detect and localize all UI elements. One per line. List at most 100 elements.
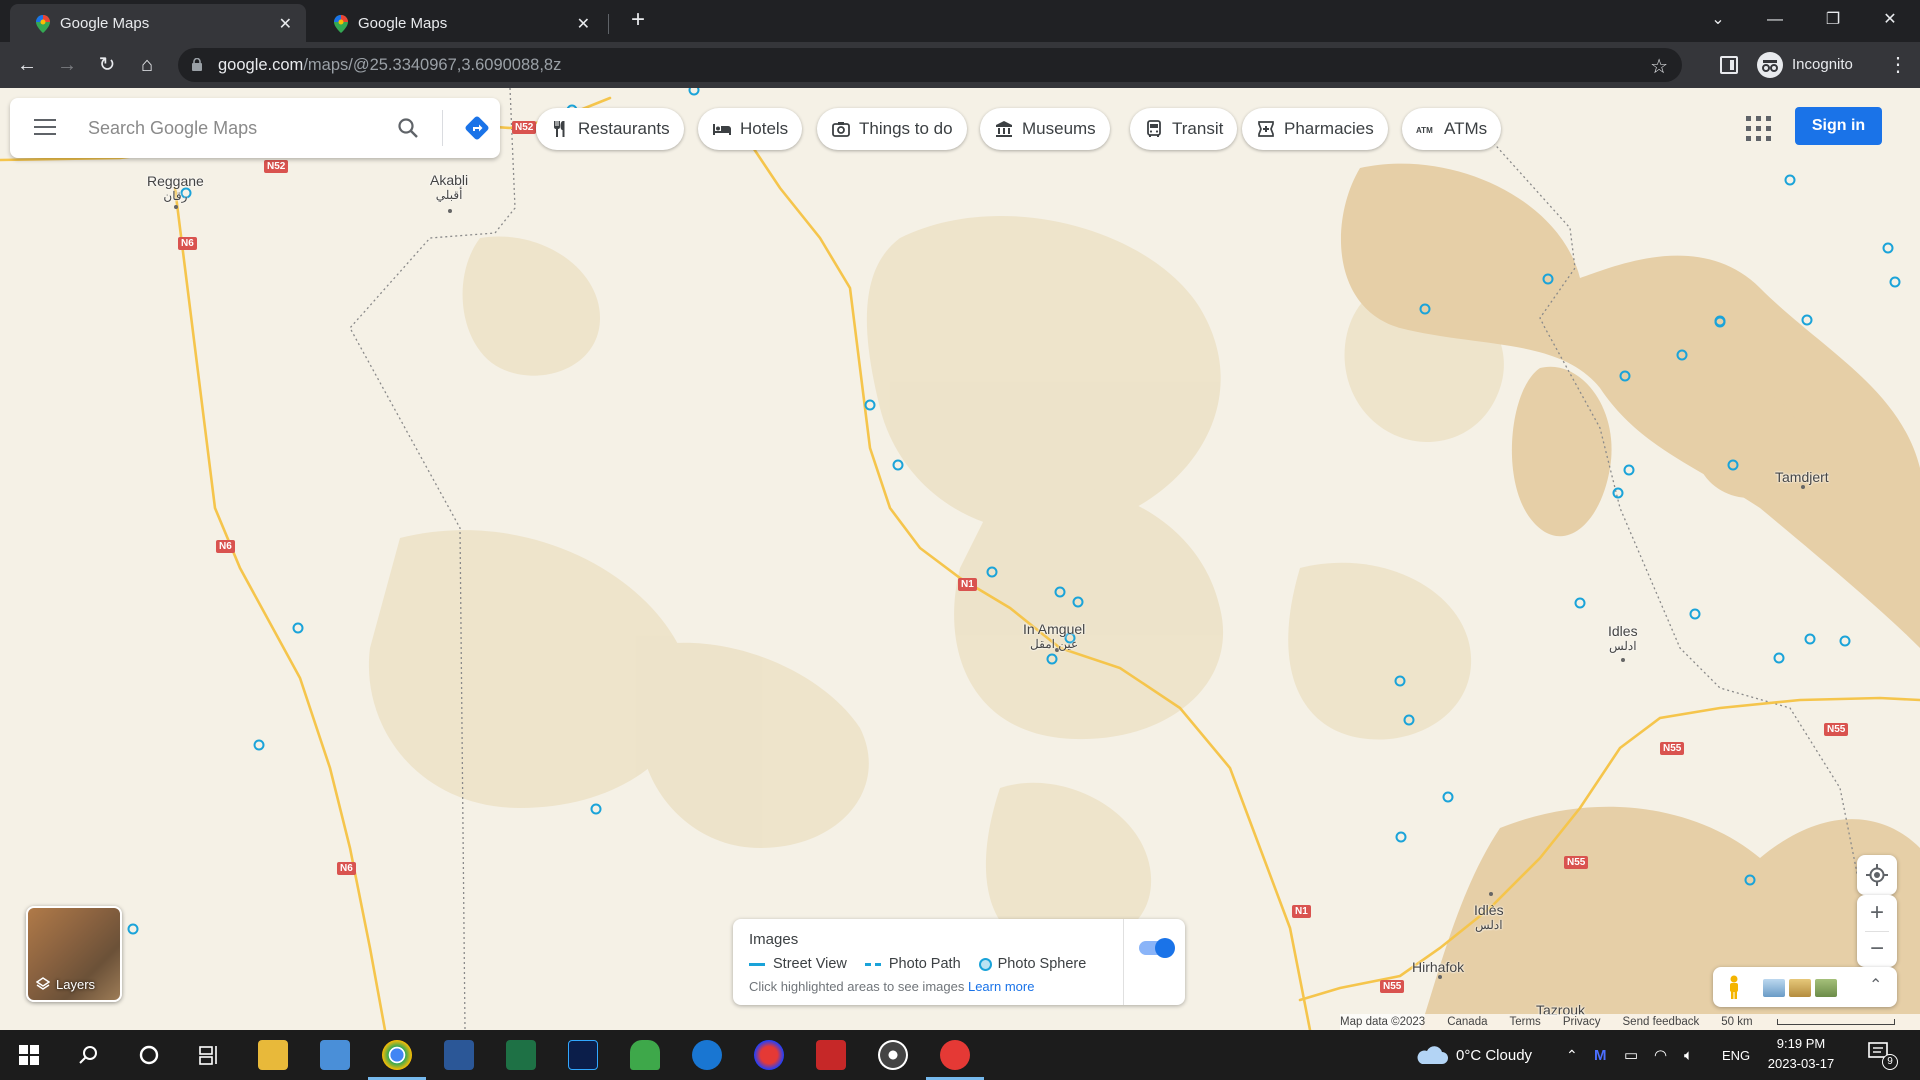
cloud-weather-icon[interactable] xyxy=(1414,1046,1448,1066)
place-label-idles[interactable]: Idles ادلس xyxy=(1608,623,1638,653)
tab-search-chevron-icon[interactable]: ⌄ xyxy=(1698,6,1738,34)
flash-app-icon[interactable] xyxy=(940,1040,970,1070)
android-app-icon[interactable] xyxy=(630,1040,660,1070)
search-icon[interactable] xyxy=(78,1044,100,1066)
task-view-icon[interactable] xyxy=(198,1044,220,1066)
chip-atms[interactable]: ATM ATMs xyxy=(1402,108,1502,150)
new-tab-button[interactable]: + xyxy=(624,6,652,34)
place-label-tamdjert[interactable]: Tamdjert xyxy=(1775,469,1829,485)
chip-restaurants[interactable]: Restaurants xyxy=(536,108,684,150)
mu-app-icon[interactable] xyxy=(692,1040,722,1070)
photoshop-icon[interactable] xyxy=(568,1040,598,1070)
volume-icon[interactable]: 🔈︎ xyxy=(1684,1030,1693,1080)
scale-label[interactable]: 50 km xyxy=(1721,1016,1916,1028)
sign-in-button[interactable]: Sign in xyxy=(1795,107,1882,145)
reload-button[interactable]: ↻ xyxy=(93,51,121,79)
zoom-out-button[interactable]: − xyxy=(1857,931,1897,967)
place-label-in-amguel[interactable]: In Amguel عين امقل xyxy=(1023,621,1085,651)
forward-button[interactable]: → xyxy=(53,51,81,79)
map-canvas[interactable]: Reggane رقان Akabli أقبلي In Amguel عين امق… xyxy=(0,88,1920,1030)
scale-bar xyxy=(1776,1019,1895,1025)
control-panel-icon[interactable] xyxy=(320,1040,350,1070)
address-bar[interactable]: google.com/maps/@25.3340967,3.6090088,8z… xyxy=(178,48,1682,82)
road-shield-n55: N55 xyxy=(1824,723,1849,736)
street-view-label: Street View xyxy=(773,956,847,972)
photo-path-label: Photo Path xyxy=(888,956,961,972)
tray-app-icon[interactable]: M xyxy=(1594,1030,1607,1080)
road-shield-n55: N55 xyxy=(1660,742,1685,755)
battery-icon[interactable]: ▭ xyxy=(1624,1030,1638,1080)
search-icon[interactable] xyxy=(396,116,420,140)
learn-more-link[interactable]: Learn more xyxy=(968,979,1034,994)
place-name: Idles xyxy=(1608,623,1638,639)
back-button[interactable]: ← xyxy=(13,51,41,79)
place-label-idles-2[interactable]: Idlès ادلس xyxy=(1474,902,1504,932)
file-explorer-icon[interactable] xyxy=(258,1040,288,1070)
notification-count: 9 xyxy=(1882,1054,1898,1070)
cortana-icon[interactable] xyxy=(138,1044,160,1066)
notification-center-icon[interactable]: 9 xyxy=(1868,1042,1898,1070)
chevron-up-icon[interactable]: ⌃ xyxy=(1869,975,1882,995)
region-link[interactable]: Canada xyxy=(1447,1016,1487,1028)
pegman-icon[interactable] xyxy=(1727,975,1741,999)
app-icon[interactable] xyxy=(754,1040,784,1070)
fork-knife-icon xyxy=(554,121,565,137)
map-attribution: Map data ©2023 Canada Terms Privacy Send… xyxy=(1340,1014,1920,1030)
media-player-icon[interactable] xyxy=(878,1040,908,1070)
chip-museums[interactable]: Museums xyxy=(980,108,1110,150)
place-label-akabli[interactable]: Akabli أقبلي xyxy=(430,172,468,202)
tab-close-icon[interactable]: ✕ xyxy=(279,14,292,34)
chrome-icon[interactable] xyxy=(382,1040,412,1070)
place-label-reggane[interactable]: Reggane رقان xyxy=(147,173,204,203)
menu-icon[interactable] xyxy=(34,119,56,137)
directions-icon[interactable] xyxy=(463,114,491,142)
close-window-button[interactable]: ✕ xyxy=(1870,6,1910,34)
restore-button[interactable]: ❐ xyxy=(1813,6,1853,34)
incognito-label[interactable]: Incognito xyxy=(1792,56,1853,73)
minimize-button[interactable]: — xyxy=(1755,6,1795,34)
my-location-button[interactable] xyxy=(1857,855,1897,895)
wifi-icon[interactable]: ◠ xyxy=(1654,1030,1667,1080)
tab-close-icon[interactable]: ✕ xyxy=(577,14,590,34)
terms-link[interactable]: Terms xyxy=(1510,1016,1541,1028)
chip-label: Things to do xyxy=(859,119,953,138)
system-clock[interactable]: 9:19 PM 2023-03-17 xyxy=(1764,1034,1838,1074)
home-button[interactable]: ⌂ xyxy=(133,51,161,79)
google-apps-icon[interactable] xyxy=(1746,116,1772,142)
send-feedback-link[interactable]: Send feedback xyxy=(1623,1016,1700,1028)
privacy-link[interactable]: Privacy xyxy=(1563,1016,1601,1028)
chip-things-to-do[interactable]: Things to do xyxy=(817,108,967,150)
browser-tab-bar: Google Maps ✕ Google Maps ✕ + ⌄ — ❐ ✕ xyxy=(0,0,1920,42)
road-shield-n1: N1 xyxy=(1292,905,1311,918)
side-panel-icon[interactable] xyxy=(1720,56,1738,74)
chip-transit[interactable]: Transit xyxy=(1130,108,1238,150)
place-label-hirhafok[interactable]: Hirhafok xyxy=(1412,959,1464,975)
imagery-thumbnail[interactable] xyxy=(1763,979,1785,997)
chip-label: Pharmacies xyxy=(1284,119,1374,138)
layers-button[interactable]: Layers xyxy=(26,906,122,1002)
incognito-icon[interactable] xyxy=(1757,52,1783,78)
road-shield-n1: N1 xyxy=(958,578,977,591)
language-indicator[interactable]: ENG xyxy=(1722,1030,1750,1080)
images-toggle[interactable] xyxy=(1139,938,1175,958)
browser-toolbar: ← → ↻ ⌂ google.com/maps/@25.3340967,3.60… xyxy=(0,42,1920,88)
word-icon[interactable] xyxy=(444,1040,474,1070)
windows-start-icon[interactable] xyxy=(19,1045,39,1065)
browser-tab[interactable]: Google Maps ✕ xyxy=(308,4,604,42)
zoom-in-button[interactable]: + xyxy=(1857,895,1897,931)
chevron-up-icon[interactable]: ⌃ xyxy=(1566,1030,1578,1080)
search-input[interactable] xyxy=(88,113,378,143)
chip-label: Hotels xyxy=(740,119,789,138)
imagery-thumbnail[interactable] xyxy=(1815,979,1837,997)
browser-tab[interactable]: Google Maps ✕ xyxy=(10,4,306,42)
video-editor-icon[interactable] xyxy=(816,1040,846,1070)
chip-hotels[interactable]: Hotels xyxy=(698,108,803,150)
weather-text[interactable]: 0°C Cloudy xyxy=(1456,1030,1532,1080)
chip-pharmacies[interactable]: Pharmacies xyxy=(1242,108,1388,150)
excel-icon[interactable] xyxy=(506,1040,536,1070)
browser-menu-icon[interactable]: ⋮ xyxy=(1888,52,1908,77)
place-name-alt: رقان xyxy=(163,189,188,203)
bookmark-star-icon[interactable]: ☆ xyxy=(1650,54,1668,79)
imagery-thumbnail[interactable] xyxy=(1789,979,1811,997)
road-shield-n52: N52 xyxy=(512,121,537,134)
